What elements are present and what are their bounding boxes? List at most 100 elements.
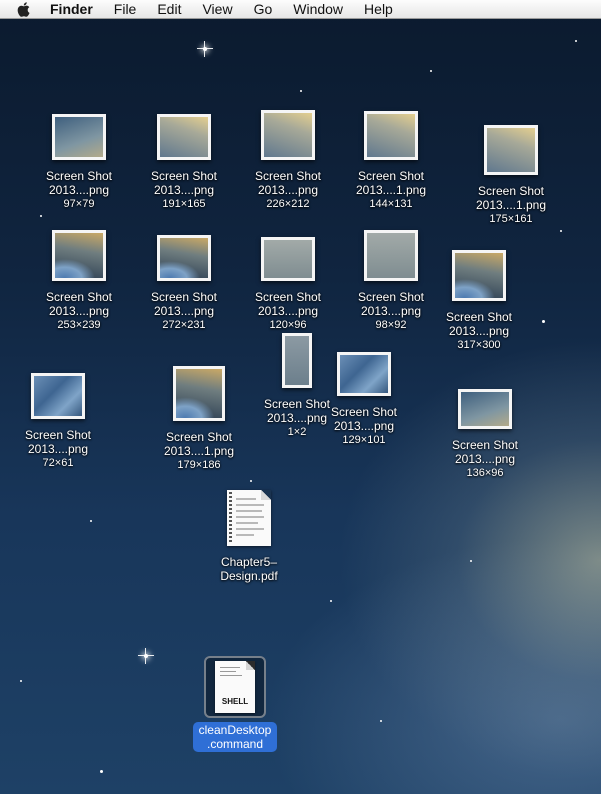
desktop-file-icon[interactable]: Screen Shot 2013....png 272×231 <box>129 233 239 332</box>
desktop-file-icon[interactable]: Screen Shot 2013....png 253×239 <box>24 230 134 332</box>
menu-help[interactable]: Help <box>364 0 393 18</box>
desktop-file-icon[interactable]: Screen Shot 2013....png 136×96 <box>430 389 540 480</box>
star-decoration <box>380 720 382 722</box>
menu-go[interactable]: Go <box>254 0 273 18</box>
image-thumbnail <box>173 366 225 421</box>
file-name-line2: 2013....png <box>153 304 215 318</box>
desktop-file-icon[interactable]: Screen Shot 2013....1.png 175×161 <box>456 125 566 226</box>
file-name-line2: 2013....1.png <box>163 444 235 458</box>
image-thumbnail <box>157 114 211 160</box>
menu-file[interactable]: File <box>114 0 137 18</box>
image-dimensions: 253×239 <box>57 319 101 331</box>
image-dimensions: 226×212 <box>266 198 310 210</box>
file-name-line2: 2013....png <box>48 183 110 197</box>
image-dimensions: 317×300 <box>457 339 501 351</box>
file-name-line1: Screen Shot <box>45 169 113 183</box>
star-decoration <box>90 520 92 522</box>
image-thumbnail <box>52 230 106 281</box>
file-name-line2: 2013....png <box>448 324 510 338</box>
file-name-line2: 2013....png <box>257 183 319 197</box>
image-dimensions: 136×96 <box>466 467 504 479</box>
command-file-icon[interactable]: SHELL cleanDesktop .command <box>179 656 291 752</box>
image-thumbnail <box>261 110 315 160</box>
pdf-document-icon <box>227 490 271 546</box>
file-name-line1: Screen Shot <box>330 405 398 419</box>
file-name-line1: Screen Shot <box>451 438 519 452</box>
image-dimensions: 144×131 <box>369 198 413 210</box>
star-decoration <box>330 600 332 602</box>
image-dimensions: 97×79 <box>63 198 95 210</box>
image-thumbnail <box>337 352 391 396</box>
star-decoration <box>300 90 302 92</box>
file-name-line2: 2013....1.png <box>475 198 547 212</box>
shell-badge: SHELL <box>221 697 249 706</box>
menu-window[interactable]: Window <box>293 0 343 18</box>
file-name-line1: Screen Shot <box>254 290 322 304</box>
desktop-file-icon[interactable]: Screen Shot 2013....png 226×212 <box>233 110 343 211</box>
image-dimensions: 272×231 <box>162 319 206 331</box>
desktop[interactable]: Finder File Edit View Go Window Help Scr… <box>0 0 601 794</box>
star-decoration <box>197 41 213 57</box>
image-thumbnail <box>157 235 211 281</box>
star-decoration <box>542 320 545 323</box>
menu-view[interactable]: View <box>202 0 232 18</box>
selected-file-label: cleanDesktop .command <box>192 722 278 752</box>
file-name-line1: Chapter5– <box>220 555 278 569</box>
file-name-line1: Screen Shot <box>150 169 218 183</box>
desktop-file-icon[interactable]: Screen Shot 2013....png 120×96 <box>233 235 343 332</box>
desktop-file-icon[interactable]: Screen Shot 2013....png 191×165 <box>129 114 239 211</box>
desktop-file-icon[interactable]: Screen Shot 2013....png 97×79 <box>24 114 134 211</box>
file-name-line2: .command <box>206 737 264 751</box>
image-thumbnail <box>484 125 538 175</box>
image-dimensions: 179×186 <box>177 459 221 471</box>
star-decoration <box>100 770 103 773</box>
desktop-file-icon[interactable]: Screen Shot 2013....png 129×101 <box>309 352 419 447</box>
image-dimensions: 191×165 <box>162 198 206 210</box>
menu-edit[interactable]: Edit <box>157 0 181 18</box>
star-decoration <box>20 680 22 682</box>
file-name-line1: Screen Shot <box>150 290 218 304</box>
file-name-line1: Screen Shot <box>477 184 545 198</box>
desktop-file-icon[interactable]: Screen Shot 2013....1.png 144×131 <box>336 111 446 211</box>
file-name-line2: 2013....png <box>153 183 215 197</box>
image-thumbnail <box>31 373 85 419</box>
image-thumbnail <box>364 111 418 160</box>
file-name-line2: 2013....png <box>257 304 319 318</box>
file-name-line2: 2013....png <box>27 442 89 456</box>
file-name-line1: Screen Shot <box>254 169 322 183</box>
star-decoration <box>250 480 252 482</box>
file-name-line1: Screen Shot <box>24 428 92 442</box>
file-name-line1: Screen Shot <box>357 169 425 183</box>
image-thumbnail <box>52 114 106 160</box>
file-name-line1: Screen Shot <box>445 310 513 324</box>
file-name-line1: Screen Shot <box>165 430 233 444</box>
image-dimensions: 72×61 <box>42 457 74 469</box>
star-decoration <box>430 70 432 72</box>
image-thumbnail <box>261 237 315 281</box>
file-name-line2: 2013....1.png <box>355 183 427 197</box>
pdf-file-icon[interactable]: Chapter5– Design.pdf <box>194 490 304 583</box>
file-name-line1: cleanDesktop <box>198 723 272 737</box>
image-dimensions: 120×96 <box>269 319 307 331</box>
desktop-file-icon[interactable]: Screen Shot 2013....png 317×300 <box>424 250 534 352</box>
star-decoration <box>560 230 562 232</box>
menu-bar: Finder File Edit View Go Window Help <box>0 0 601 19</box>
shell-script-icon: SHELL <box>215 661 255 713</box>
file-name-line1: Screen Shot <box>45 290 113 304</box>
star-decoration <box>470 560 472 562</box>
apple-icon[interactable] <box>16 1 30 17</box>
image-thumbnail <box>282 333 312 388</box>
star-decoration <box>575 40 577 42</box>
file-name-line2: 2013....png <box>333 419 395 433</box>
desktop-file-icon[interactable]: Screen Shot 2013....png 72×61 <box>3 373 113 470</box>
image-dimensions: 129×101 <box>342 434 386 446</box>
file-name-line2: 2013....png <box>48 304 110 318</box>
image-thumbnail <box>458 389 512 429</box>
star-decoration <box>40 215 42 217</box>
image-thumbnail <box>452 250 506 301</box>
desktop-file-icon[interactable]: Screen Shot 2013....1.png 179×186 <box>144 366 254 472</box>
menu-finder[interactable]: Finder <box>50 0 93 18</box>
selection-highlight: SHELL <box>204 656 266 718</box>
star-decoration <box>138 648 154 664</box>
file-name-line2: 2013....png <box>360 304 422 318</box>
